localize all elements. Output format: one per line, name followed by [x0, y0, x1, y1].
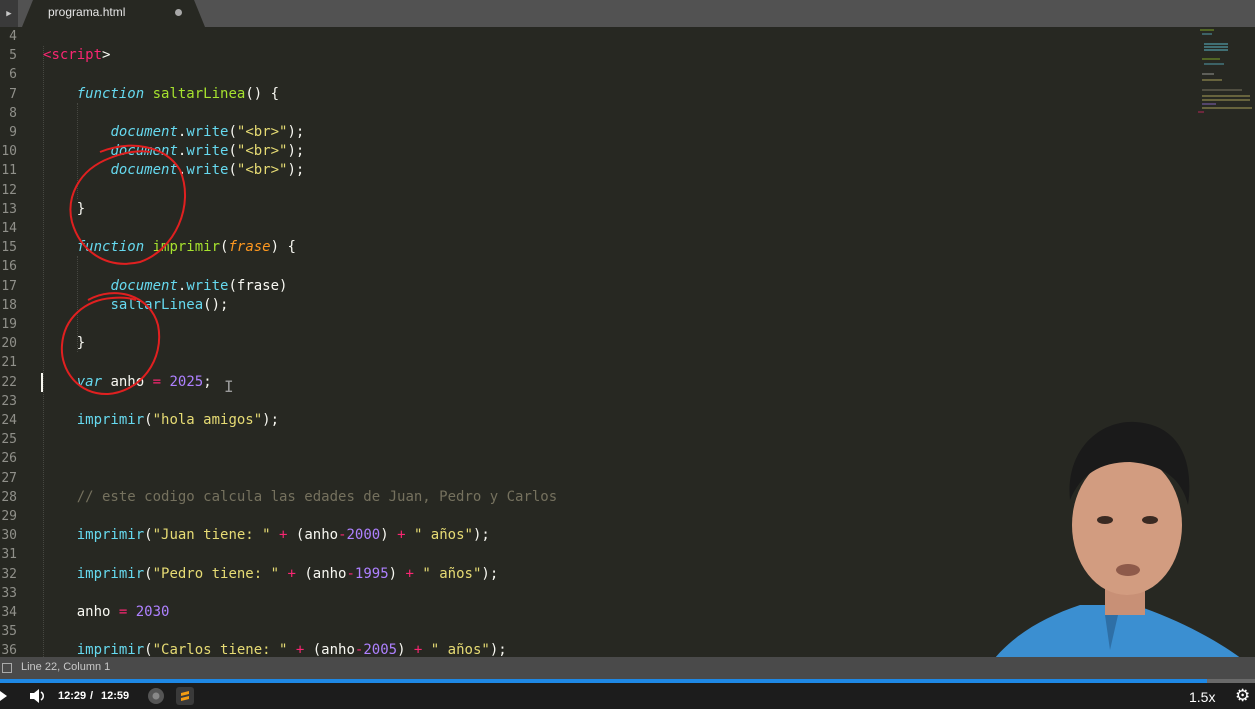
line-number: 30	[1, 528, 17, 544]
time-separator: /	[90, 690, 94, 702]
code-line[interactable]: 14	[0, 219, 1190, 238]
panel-toggle-icon[interactable]	[2, 663, 12, 673]
line-number: 23	[1, 393, 17, 409]
code-line[interactable]: 6	[0, 65, 1190, 84]
code-text[interactable]: document.write(frase)	[43, 277, 287, 296]
minimap[interactable]	[1196, 27, 1255, 137]
code-text[interactable]: }	[43, 334, 85, 353]
chrome-icon[interactable]	[147, 687, 165, 705]
line-number: 22	[1, 374, 17, 390]
code-line[interactable]: 11 document.write("<br>");	[0, 161, 1190, 180]
cursor-position-status: Line 22, Column 1	[21, 661, 111, 673]
line-number: 20	[1, 336, 17, 352]
volume-icon[interactable]	[28, 687, 48, 705]
line-number: 36	[1, 643, 17, 657]
line-number: 13	[1, 201, 17, 217]
line-number: 6	[9, 67, 17, 83]
code-line[interactable]: 7 function saltarLinea() {	[0, 85, 1190, 104]
code-line[interactable]: 15 function imprimir(frase) {	[0, 238, 1190, 257]
line-number: 14	[1, 221, 17, 236]
code-text[interactable]: anho = 2030	[43, 603, 170, 622]
code-text[interactable]: document.write("<br>");	[43, 123, 304, 142]
line-number: 7	[9, 86, 17, 102]
sublime-icon[interactable]	[176, 687, 194, 705]
code-text[interactable]: function imprimir(frase) {	[43, 238, 296, 257]
line-number: 10	[1, 144, 17, 160]
code-text[interactable]: document.write("<br>");	[43, 161, 304, 180]
line-number: 18	[1, 297, 17, 313]
code-text[interactable]: function saltarLinea() {	[43, 85, 279, 104]
line-number: 12	[1, 182, 17, 198]
code-line[interactable]: 13 }	[0, 200, 1190, 219]
line-number: 4	[9, 29, 17, 44]
code-text[interactable]: imprimir("hola amigos");	[43, 411, 279, 430]
sidebar-toggle-icon[interactable]: ▶	[0, 0, 18, 27]
line-number: 33	[1, 585, 17, 601]
code-text[interactable]: // este codigo calcula las edades de Jua…	[43, 488, 557, 507]
code-line[interactable]: 18 saltarLinea();	[0, 296, 1190, 315]
code-line[interactable]: 17 document.write(frase)	[0, 277, 1190, 296]
code-line[interactable]: 9 document.write("<br>");	[0, 123, 1190, 142]
line-number: 5	[9, 48, 17, 64]
code-text[interactable]: }	[43, 200, 85, 219]
code-line[interactable]: 23	[0, 392, 1190, 411]
code-line[interactable]: 16	[0, 257, 1190, 276]
code-text[interactable]: document.write("<br>");	[43, 142, 304, 161]
code-line[interactable]: 4	[0, 27, 1190, 46]
line-number: 32	[1, 566, 17, 582]
play-icon[interactable]	[0, 691, 7, 701]
code-line[interactable]: 8	[0, 104, 1190, 123]
line-number: 29	[1, 509, 17, 524]
duration: 12:59	[101, 690, 130, 702]
line-number: 26	[1, 451, 17, 467]
line-number: 25	[1, 432, 17, 448]
line-number: 9	[9, 125, 17, 140]
code-line[interactable]: 12	[0, 181, 1190, 200]
line-number: 17	[1, 278, 17, 294]
line-number: 34	[1, 605, 17, 620]
code-text[interactable]: imprimir("Carlos tiene: " + (anho-2005) …	[43, 641, 507, 657]
code-line[interactable]: 21	[0, 353, 1190, 372]
line-number: 24	[1, 413, 17, 428]
line-number: 31	[1, 547, 17, 563]
current-time: 12:29	[58, 690, 87, 702]
code-text[interactable]: saltarLinea();	[43, 296, 228, 315]
gear-icon[interactable]: ⚙	[1235, 686, 1250, 706]
line-number: 28	[1, 489, 17, 505]
line-number: 35	[1, 624, 17, 640]
tab-bar: ▶ programa.html	[0, 0, 1255, 27]
code-text[interactable]: imprimir("Juan tiene: " + (anho-2000) + …	[43, 526, 490, 545]
line-number: 8	[9, 105, 17, 121]
code-line[interactable]: 10 document.write("<br>");	[0, 142, 1190, 161]
line-number: 16	[1, 259, 17, 275]
code-line[interactable]: 22 var anho = 2025;	[0, 373, 1190, 392]
playback-speed[interactable]: 1.5x	[1189, 689, 1215, 705]
unsaved-dot-icon[interactable]	[175, 9, 182, 16]
line-number: 15	[1, 240, 17, 256]
code-text[interactable]: var anho = 2025;	[43, 373, 212, 392]
video-player-controls: 12:29 / 12:59 1.5x ⚙	[0, 683, 1255, 709]
code-line[interactable]: 5 <script>	[0, 46, 1190, 65]
file-tab-title[interactable]: programa.html	[48, 5, 125, 19]
code-text[interactable]: <script>	[43, 46, 110, 65]
code-line[interactable]: 19	[0, 315, 1190, 334]
code-line[interactable]: 20 }	[0, 334, 1190, 353]
line-number: 11	[1, 163, 17, 179]
code-text[interactable]: imprimir("Pedro tiene: " + (anho-1995) +…	[43, 565, 499, 584]
line-number: 21	[1, 355, 17, 371]
line-number: 19	[1, 317, 17, 332]
status-bar: Line 22, Column 1	[0, 657, 1255, 679]
line-number: 27	[1, 470, 17, 486]
